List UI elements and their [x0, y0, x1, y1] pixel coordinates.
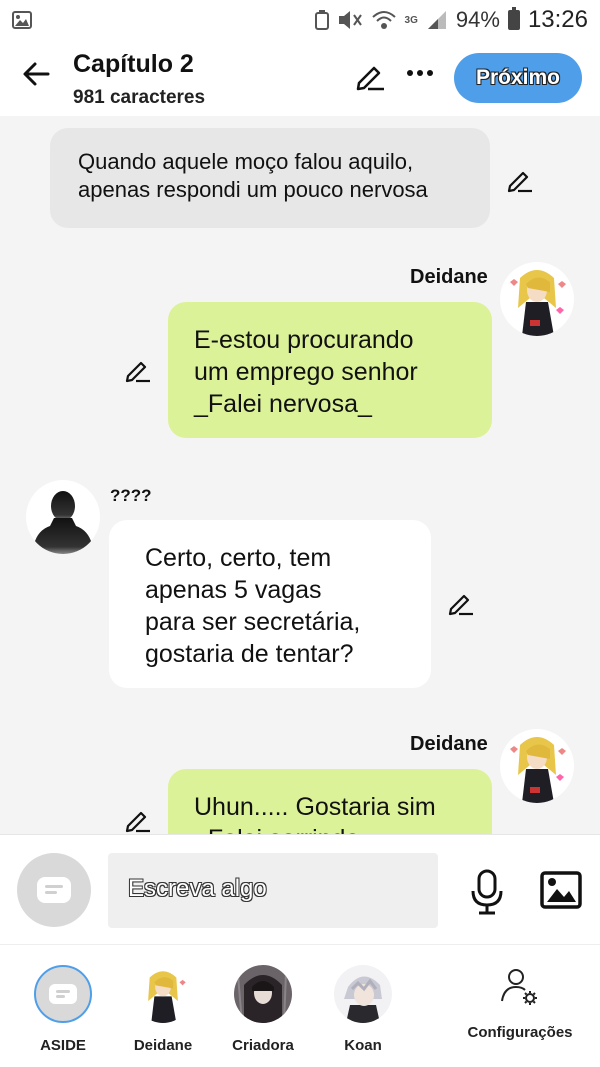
chat-area[interactable]: Quando aquele moço falou aquilo, apenas … [0, 116, 600, 834]
aside-note-icon [37, 877, 71, 903]
chapter-header: Capítulo 2 981 caracteres Próximo [0, 40, 600, 116]
character-name: Criadora [232, 1037, 294, 1054]
message-line: E-estou procurando [194, 326, 414, 354]
clock: 13:26 [527, 6, 588, 33]
narration-bubble[interactable]: Quando aquele moço falou aquilo, apenas … [50, 128, 490, 228]
arrow-left-icon [23, 62, 50, 86]
message-input[interactable]: Escreva algo [108, 853, 438, 928]
wifi-icon [371, 11, 396, 29]
deidane-avatar-image [500, 729, 574, 803]
deidane-avatar[interactable] [500, 729, 574, 803]
signal-icon [427, 11, 446, 29]
message-line: apenas 5 vagas [145, 576, 322, 604]
pencil-icon [356, 66, 384, 91]
edit-title-button[interactable] [354, 60, 388, 94]
battery-saver-icon [314, 10, 329, 30]
sender-name: Deidane [410, 266, 488, 288]
status-bar: 3G 94% 13:26 [0, 0, 600, 40]
criadora-avatar-image [234, 965, 292, 1023]
battery-percent: 94% [455, 7, 500, 32]
page-title: Capítulo 2 [73, 50, 194, 78]
silhouette-icon [34, 491, 92, 554]
deidane-avatar[interactable] [500, 262, 574, 336]
image-icon [540, 871, 582, 909]
character-aside[interactable]: ASIDE [18, 965, 108, 1054]
message-line: gostaria de tentar? [145, 640, 354, 668]
settings-button[interactable]: Configurações [460, 967, 580, 1041]
character-count: 981 caracteres [73, 87, 206, 108]
deidane-avatar-image [134, 965, 192, 1023]
user-message-bubble[interactable]: Uhun..... Gostaria sim _Falei sorrindo_ [168, 769, 492, 834]
sender-name: ???? [110, 486, 152, 505]
composer-bar: Escreva algo [0, 834, 600, 944]
back-button[interactable] [18, 56, 54, 92]
narration-line: apenas respondi um pouco nervosa [78, 177, 428, 202]
character-name: ASIDE [40, 1037, 86, 1054]
koan-avatar [334, 965, 392, 1023]
edit-message-pencil-icon[interactable] [506, 166, 534, 194]
battery-icon [507, 7, 520, 30]
message-line: para ser secretária, [145, 608, 361, 636]
criadora-avatar [234, 965, 292, 1023]
add-image-button[interactable] [540, 871, 582, 909]
mute-icon [338, 11, 362, 29]
character-name: Deidane [133, 1037, 193, 1054]
more-options-button[interactable] [403, 64, 437, 90]
unknown-avatar[interactable] [26, 480, 100, 554]
character-message-bubble[interactable]: Certo, certo, tem apenas 5 vagas para se… [109, 520, 431, 688]
message-line: um emprego senhor [194, 358, 418, 386]
microphone-button[interactable] [468, 869, 506, 915]
edit-message-pencil-icon[interactable] [124, 806, 152, 834]
microphone-icon [471, 869, 503, 915]
character-koan[interactable]: Koan [318, 965, 408, 1054]
deidane-avatar-image [500, 262, 574, 336]
message-line: _Falei nervosa_ [194, 390, 372, 418]
character-name: Koan [344, 1037, 382, 1054]
edit-message-pencil-icon[interactable] [124, 356, 152, 384]
user-message-bubble[interactable]: E-estou procurando um emprego senhor _Fa… [168, 302, 492, 438]
more-dots-icon [407, 70, 433, 76]
character-criadora[interactable]: Criadora [218, 965, 308, 1054]
settings-label: Configurações [467, 1024, 573, 1041]
message-line: Uhun..... Gostaria sim [194, 793, 436, 821]
aside-toggle-button[interactable] [17, 853, 91, 927]
message-line: Certo, certo, tem [145, 544, 332, 572]
character-selector-bar: ASIDE Deidane Criadora Koan Configuraçõe… [0, 944, 600, 1067]
edit-message-pencil-icon[interactable] [447, 589, 475, 617]
deidane-avatar [134, 965, 192, 1023]
aside-note-icon [49, 984, 77, 1004]
aside-avatar [34, 965, 92, 1023]
message-line: _Falei sorrindo_ [194, 823, 466, 834]
user-settings-icon [501, 969, 537, 1005]
next-chapter-button[interactable]: Próximo [454, 53, 582, 103]
sender-name: Deidane [410, 733, 488, 755]
character-deidane[interactable]: Deidane [118, 965, 208, 1054]
network-type: 3G [404, 14, 418, 26]
gallery-notification-icon [12, 11, 32, 29]
narration-line: Quando aquele moço falou aquilo, [78, 149, 414, 174]
koan-avatar-image [334, 965, 392, 1023]
